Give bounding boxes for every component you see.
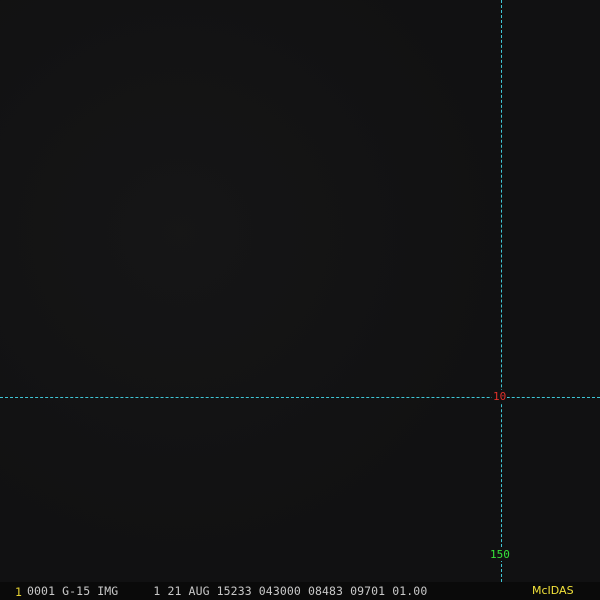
latitude-label: 10 — [492, 390, 508, 403]
mcidas-logo-text: McIDAS — [532, 584, 574, 597]
latitude-grid-line — [0, 397, 600, 398]
satellite-image-area[interactable] — [0, 0, 600, 582]
image-status-bar: 1 0001 G-15 IMG 1 21 AUG 15233 043000 08… — [0, 582, 600, 600]
longitude-label: 150 — [489, 548, 511, 561]
frame-number: 1 — [15, 585, 22, 599]
longitude-grid-line — [501, 0, 502, 582]
image-info-text: 0001 G-15 IMG 1 21 AUG 15233 043000 0848… — [27, 584, 428, 598]
mcidas-display-window: 10 150 1 0001 G-15 IMG 1 21 AUG 15233 04… — [0, 0, 600, 600]
